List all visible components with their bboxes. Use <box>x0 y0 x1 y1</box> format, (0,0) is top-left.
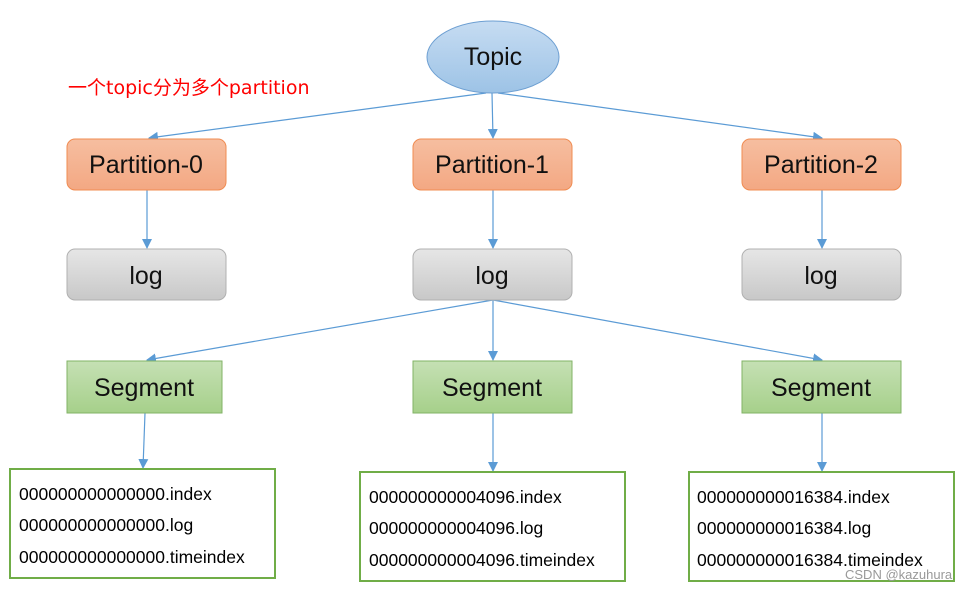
partition-note: 一个topic分为多个partition <box>68 77 310 99</box>
index-file: 000000000000000.index <box>19 484 212 504</box>
arrow-log-segment-0 <box>146 299 494 364</box>
topic-label: Topic <box>464 43 522 71</box>
log-file: 000000000004096.log <box>369 518 543 538</box>
segment-files-2: 000000000016384.index 000000000016384.lo… <box>688 471 955 582</box>
log-label: log <box>129 262 162 290</box>
arrow-segment-0-files <box>138 412 149 469</box>
kafka-topic-diagram: Topic 一个topic分为多个partition Partition-0 P… <box>0 0 968 589</box>
arrow-topic-partition-1 <box>487 92 498 139</box>
index-file: 000000000016384.index <box>697 487 890 507</box>
timeindex-file: 000000000000000.timeindex <box>19 547 245 567</box>
topic-node: Topic <box>426 20 560 94</box>
log-file: 000000000000000.log <box>19 515 193 535</box>
log-node-1: log <box>412 248 573 301</box>
diagram-canvas: Topic 一个topic分为多个partition Partition-0 P… <box>9 20 955 582</box>
timeindex-file: 000000000004096.timeindex <box>369 550 595 570</box>
watermark: CSDN @kazuhura <box>845 567 953 582</box>
segment-node-1: Segment <box>412 360 573 414</box>
log-label: log <box>475 262 508 290</box>
log-label: log <box>804 262 837 290</box>
partition-node-1: Partition-1 <box>412 138 573 191</box>
partition-label: Partition-2 <box>764 151 878 179</box>
arrow-log-segment-2 <box>492 299 823 364</box>
log-node-0: log <box>66 248 227 301</box>
segment-label: Segment <box>442 374 542 402</box>
segment-files-0: 000000000000000.index 000000000000000.lo… <box>9 468 276 579</box>
segment-label: Segment <box>771 374 871 402</box>
arrow-topic-partition-0 <box>148 92 487 142</box>
index-file: 000000000004096.index <box>369 487 562 507</box>
segment-label: Segment <box>94 374 194 402</box>
partition-label: Partition-0 <box>89 151 203 179</box>
arrow-topic-partition-2 <box>497 92 823 142</box>
log-node-2: log <box>741 248 902 301</box>
partition-node-0: Partition-0 <box>66 138 227 191</box>
log-file: 000000000016384.log <box>697 518 871 538</box>
partition-node-2: Partition-2 <box>741 138 902 191</box>
segment-node-2: Segment <box>741 360 902 414</box>
segment-node-0: Segment <box>66 360 223 414</box>
partition-label: Partition-1 <box>435 151 549 179</box>
segment-files-1: 000000000004096.index 000000000004096.lo… <box>359 471 626 582</box>
